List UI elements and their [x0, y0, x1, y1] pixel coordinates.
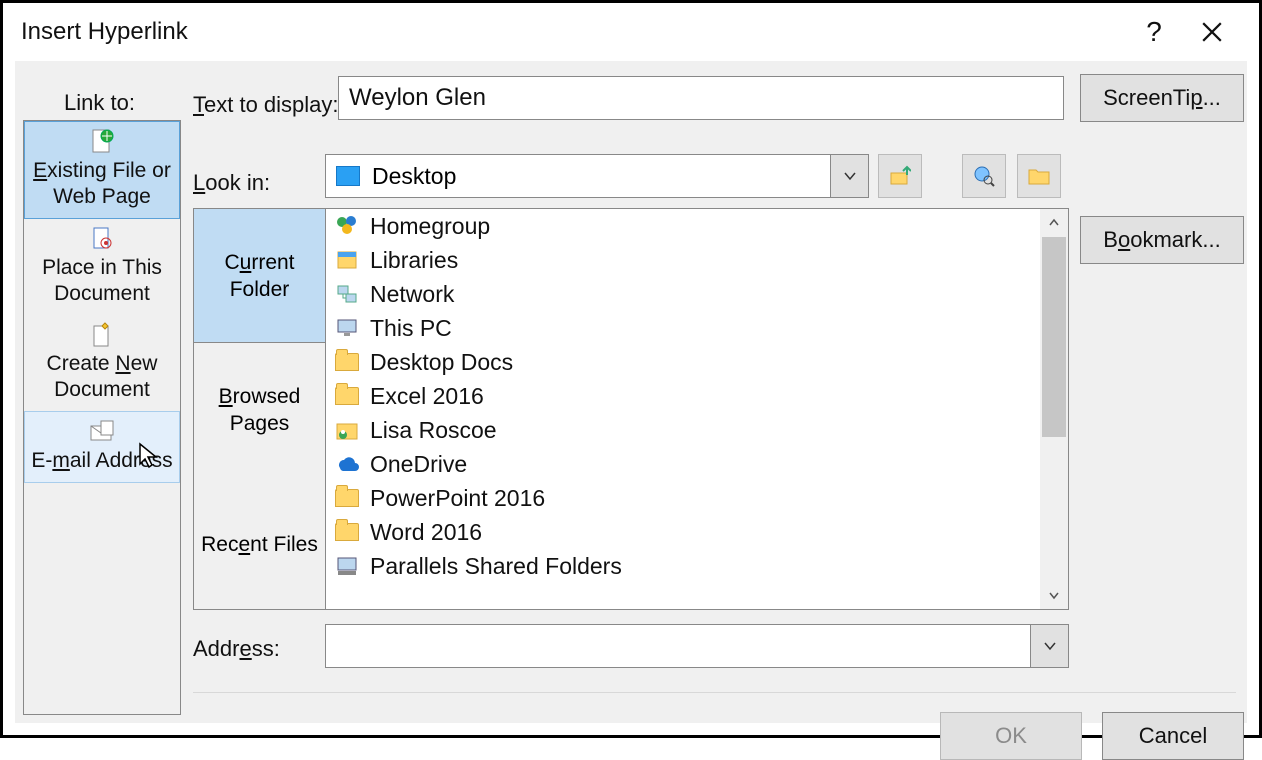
file-item-label: Network [370, 281, 454, 308]
file-item-label: Desktop Docs [370, 349, 513, 376]
file-item-label: Libraries [370, 247, 458, 274]
file-item-label: Homegroup [370, 213, 490, 240]
sidebar-item-place-in-document[interactable]: Place in This Document [24, 219, 180, 315]
new-document-icon [88, 321, 116, 349]
file-item[interactable]: PowerPoint 2016 [326, 481, 1040, 515]
folder-icon [334, 349, 360, 375]
file-item[interactable]: This PC [326, 311, 1040, 345]
file-item[interactable]: Libraries [326, 243, 1040, 277]
file-list-pane: Homegroup Libraries Network This PC Desktop … [325, 208, 1069, 610]
text-to-display-input[interactable] [338, 76, 1064, 120]
browse-file-button[interactable] [1017, 154, 1061, 198]
file-item-label: Excel 2016 [370, 383, 484, 410]
titlebar: Insert Hyperlink ? [3, 3, 1259, 61]
folder-open-icon [1028, 167, 1050, 185]
scroll-thumb[interactable] [1042, 237, 1066, 437]
address-label: Address: [193, 636, 280, 662]
envelope-icon [88, 418, 116, 446]
help-button[interactable]: ? [1125, 3, 1183, 61]
link-to-sidebar: Existing File or Web Page Place in This … [23, 120, 181, 715]
address-combobox[interactable] [325, 624, 1069, 668]
file-item[interactable]: Parallels Shared Folders [326, 549, 1040, 583]
sidebar-item-existing-file[interactable]: Existing File or Web Page [24, 121, 180, 219]
file-item-label: Lisa Roscoe [370, 417, 497, 444]
insert-hyperlink-dialog: Insert Hyperlink ? Link to: Existing Fil… [0, 0, 1262, 738]
scrollbar[interactable] [1040, 209, 1068, 609]
chevron-down-icon [843, 169, 857, 183]
libraries-icon [334, 247, 360, 273]
scroll-down-button[interactable] [1040, 581, 1068, 609]
look-in-select[interactable]: Desktop [325, 154, 869, 198]
file-item[interactable]: Excel 2016 [326, 379, 1040, 413]
chevron-up-icon [1048, 217, 1060, 229]
file-item[interactable]: Network [326, 277, 1040, 311]
file-list[interactable]: Homegroup Libraries Network This PC Desktop … [326, 209, 1040, 609]
screentip-button[interactable]: ScreenTip... [1080, 74, 1244, 122]
desktop-icon [336, 166, 360, 186]
window-title: Insert Hyperlink [21, 18, 188, 46]
file-item-label: This PC [370, 315, 452, 342]
bookmark-button[interactable]: Bookmark... [1080, 216, 1244, 264]
up-one-folder-button[interactable] [878, 154, 922, 198]
folder-icon [334, 485, 360, 511]
dialog-body: Link to: Existing File or Web Page Place… [15, 61, 1247, 723]
homegroup-icon [334, 213, 360, 239]
tab-browsed-pages[interactable]: BrowsedPages [194, 343, 325, 477]
sidebar-item-email-address[interactable]: E-mail Address [24, 411, 180, 483]
file-item-label: OneDrive [370, 451, 467, 478]
file-item-label: Parallels Shared Folders [370, 553, 622, 580]
look-in-value: Desktop [372, 163, 456, 190]
separator [193, 692, 1236, 693]
browse-web-button[interactable] [962, 154, 1006, 198]
network-icon [334, 281, 360, 307]
close-icon [1201, 21, 1223, 43]
file-item[interactable]: OneDrive [326, 447, 1040, 481]
globe-search-icon [973, 165, 995, 187]
file-item-label: Word 2016 [370, 519, 482, 546]
cancel-button[interactable]: Cancel [1102, 712, 1244, 760]
sidebar-item-create-new-document[interactable]: Create New Document [24, 315, 180, 411]
page-globe-icon [88, 128, 116, 156]
drive-icon [334, 553, 360, 579]
ok-button[interactable]: OK [940, 712, 1082, 760]
onedrive-icon [334, 451, 360, 477]
thispc-icon [334, 315, 360, 341]
browse-mode-tabs: CurrentFolder BrowsedPages Recent Files [193, 208, 325, 610]
tab-current-folder[interactable]: CurrentFolder [194, 209, 325, 343]
scroll-up-button[interactable] [1040, 209, 1068, 237]
chevron-down-icon [1043, 639, 1057, 653]
userfolder-icon [334, 417, 360, 443]
file-item[interactable]: Lisa Roscoe [326, 413, 1040, 447]
close-button[interactable] [1183, 3, 1241, 61]
folder-icon [334, 383, 360, 409]
address-dropdown-button[interactable] [1030, 625, 1068, 667]
file-item[interactable]: Homegroup [326, 209, 1040, 243]
look-in-dropdown-button[interactable] [830, 155, 868, 197]
folder-icon [334, 519, 360, 545]
document-target-icon [88, 225, 116, 253]
look-in-label: Look in: [193, 170, 270, 196]
file-item[interactable]: Word 2016 [326, 515, 1040, 549]
file-item[interactable]: Desktop Docs [326, 345, 1040, 379]
chevron-down-icon [1048, 589, 1060, 601]
text-to-display-label: Text to display: [193, 92, 339, 118]
folder-up-icon [889, 165, 911, 187]
link-to-label: Link to: [64, 90, 135, 116]
tab-recent-files[interactable]: Recent Files [194, 477, 325, 611]
file-item-label: PowerPoint 2016 [370, 485, 545, 512]
